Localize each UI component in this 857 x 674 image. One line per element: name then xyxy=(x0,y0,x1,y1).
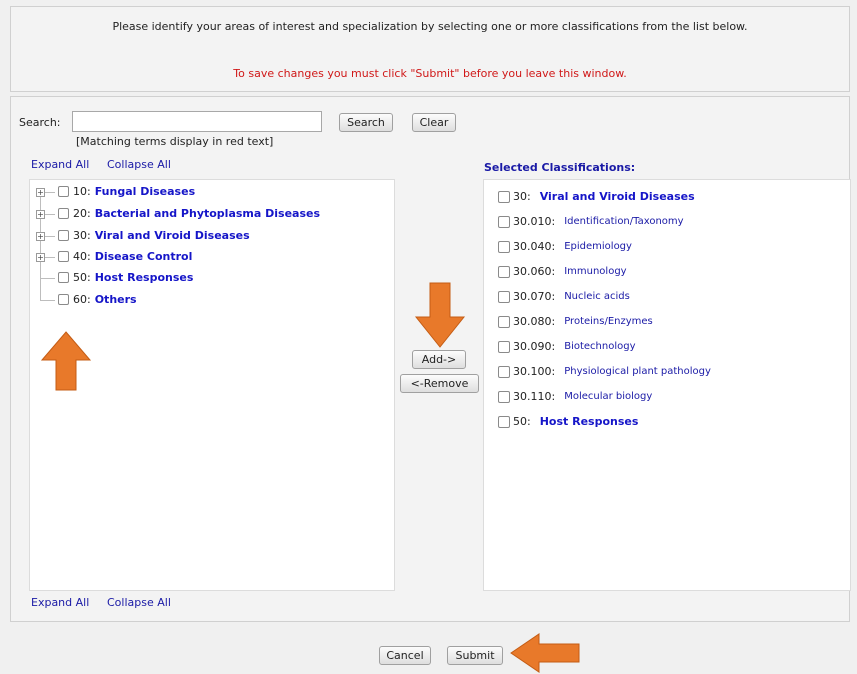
tree-item-label[interactable]: Host Responses xyxy=(95,271,194,284)
tree-item-10[interactable]: 10: Fungal Diseases xyxy=(58,185,195,198)
tree-item-label[interactable]: Fungal Diseases xyxy=(95,185,195,198)
tree-item-label[interactable]: Others xyxy=(95,293,137,306)
tree-checkbox[interactable] xyxy=(58,230,69,241)
selected-item-code: 30.090: xyxy=(513,340,556,353)
selected-item-code: 30.100: xyxy=(513,365,556,378)
selected-checkbox[interactable] xyxy=(498,265,510,278)
tree-connector-line xyxy=(40,300,55,301)
selected-item-label: Host Responses xyxy=(539,415,639,428)
selected-item[interactable]: 30.100: Physiological plant pathology xyxy=(498,365,711,378)
selected-item-label: Molecular biology xyxy=(564,391,653,402)
down-arrow-annotation-icon xyxy=(414,282,466,348)
tree-connector-line xyxy=(40,278,55,279)
selected-item-code: 30.070: xyxy=(513,290,556,303)
tree-connector-line xyxy=(45,214,55,215)
selected-checkbox[interactable] xyxy=(498,415,510,428)
search-button[interactable]: Search xyxy=(339,113,393,132)
selected-item-label: Epidemiology xyxy=(564,241,632,252)
search-input[interactable] xyxy=(72,111,322,132)
left-arrow-annotation-icon xyxy=(510,633,580,673)
expand-all-link-top[interactable]: Expand All xyxy=(31,158,89,171)
selected-classifications-title: Selected Classifications: xyxy=(484,161,636,174)
selected-checkbox[interactable] xyxy=(498,315,510,328)
tree-item-code: 20: xyxy=(73,207,91,220)
tree-connector-line xyxy=(45,192,55,193)
tree-item-code: 50: xyxy=(73,271,91,284)
selected-checkbox[interactable] xyxy=(498,365,510,378)
selected-checkbox[interactable] xyxy=(498,340,510,353)
search-hint: [Matching terms display in red text] xyxy=(76,135,274,148)
selected-item[interactable]: 30.080: Proteins/Enzymes xyxy=(498,315,653,328)
selected-item-code: 30.060: xyxy=(513,265,556,278)
expand-toggle-icon[interactable]: + xyxy=(36,188,45,197)
selected-checkbox[interactable] xyxy=(498,240,510,253)
selected-item[interactable]: 30.110: Molecular biology xyxy=(498,390,652,403)
expand-toggle-icon[interactable]: + xyxy=(36,253,45,262)
tree-checkbox[interactable] xyxy=(58,208,69,219)
clear-button[interactable]: Clear xyxy=(412,113,456,132)
selected-checkbox[interactable] xyxy=(498,290,510,303)
expand-all-link-bottom[interactable]: Expand All xyxy=(31,596,89,609)
selected-item[interactable]: 30.070: Nucleic acids xyxy=(498,290,630,303)
selected-item-code: 30.080: xyxy=(513,315,556,328)
up-arrow-annotation-icon xyxy=(40,331,92,391)
tree-item-20[interactable]: 20: Bacterial and Phytoplasma Diseases xyxy=(58,207,320,220)
selected-classifications-list: 30: Viral and Viroid Diseases 30.010: Id… xyxy=(483,179,851,591)
collapse-all-link-top[interactable]: Collapse All xyxy=(107,158,171,171)
tree-item-50[interactable]: 50: Host Responses xyxy=(58,271,193,284)
tree-item-label[interactable]: Viral and Viroid Diseases xyxy=(95,229,250,242)
tree-connector-line xyxy=(45,236,55,237)
classification-selector: Search: Search Clear [Matching terms dis… xyxy=(10,96,851,622)
expand-toggle-icon[interactable]: + xyxy=(36,210,45,219)
selected-item[interactable]: 30.090: Biotechnology xyxy=(498,340,636,353)
collapse-all-link-bottom[interactable]: Collapse All xyxy=(107,596,171,609)
selected-item-label: Proteins/Enzymes xyxy=(564,316,653,327)
tree-item-code: 40: xyxy=(73,250,91,263)
selected-item-code: 30.040: xyxy=(513,240,556,253)
selected-item-code: 30.010: xyxy=(513,215,556,228)
tree-item-code: 60: xyxy=(73,293,91,306)
selected-item-label: Physiological plant pathology xyxy=(564,366,711,377)
selected-item[interactable]: 50: Host Responses xyxy=(498,415,638,428)
tree-item-code: 30: xyxy=(73,229,91,242)
selected-item[interactable]: 30.010: Identification/Taxonomy xyxy=(498,215,684,228)
selected-item-label: Immunology xyxy=(564,266,627,277)
selected-item[interactable]: 30: Viral and Viroid Diseases xyxy=(498,190,695,203)
tree-connector-line xyxy=(45,257,55,258)
selected-item[interactable]: 30.060: Immunology xyxy=(498,265,627,278)
tree-item-label[interactable]: Bacterial and Phytoplasma Diseases xyxy=(95,207,320,220)
selected-item[interactable]: 30.040: Epidemiology xyxy=(498,240,632,253)
tree-checkbox[interactable] xyxy=(58,251,69,262)
tree-item-40[interactable]: 40: Disease Control xyxy=(58,250,192,263)
selected-item-label: Identification/Taxonomy xyxy=(564,216,684,227)
tree-checkbox[interactable] xyxy=(58,186,69,197)
tree-item-30[interactable]: 30: Viral and Viroid Diseases xyxy=(58,229,250,242)
selected-checkbox[interactable] xyxy=(498,390,510,403)
remove-button[interactable]: <-Remove xyxy=(400,374,479,393)
selected-checkbox[interactable] xyxy=(498,215,510,228)
instructions-header: Please identify your areas of interest a… xyxy=(10,6,850,92)
tree-item-label[interactable]: Disease Control xyxy=(95,250,193,263)
instruction-text: Please identify your areas of interest a… xyxy=(112,20,748,33)
tree-item-60[interactable]: 60: Others xyxy=(58,293,137,306)
selected-item-label: Biotechnology xyxy=(564,341,636,352)
tree-checkbox[interactable] xyxy=(58,272,69,283)
tree-connector-line xyxy=(40,192,41,300)
submit-button[interactable]: Submit xyxy=(447,646,503,665)
selected-checkbox[interactable] xyxy=(498,190,510,203)
selected-item-label: Viral and Viroid Diseases xyxy=(539,190,695,203)
cancel-button[interactable]: Cancel xyxy=(379,646,431,665)
selected-item-code: 50: xyxy=(513,415,531,428)
search-label: Search: xyxy=(19,116,61,129)
add-button[interactable]: Add-> xyxy=(412,350,466,369)
selected-item-label: Nucleic acids xyxy=(564,291,630,302)
selected-item-code: 30.110: xyxy=(513,390,556,403)
selected-item-code: 30: xyxy=(513,190,531,203)
expand-toggle-icon[interactable]: + xyxy=(36,232,45,241)
save-warning-text: To save changes you must click "Submit" … xyxy=(233,67,627,80)
tree-item-code: 10: xyxy=(73,185,91,198)
tree-checkbox[interactable] xyxy=(58,294,69,305)
